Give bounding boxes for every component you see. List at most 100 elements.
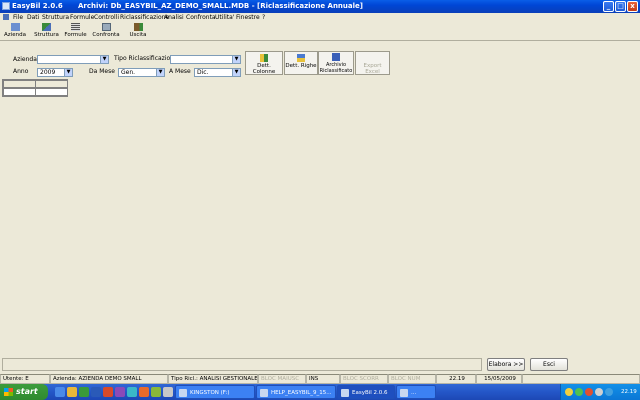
grid-cell[interactable] bbox=[35, 88, 68, 96]
start-button[interactable]: start bbox=[0, 384, 48, 400]
esci-button[interactable]: Esci bbox=[530, 358, 568, 371]
menu-bar: File Dati Struttura Formule Controlli Ri… bbox=[0, 13, 640, 22]
elabora-button[interactable]: Elabora >> bbox=[487, 358, 525, 371]
start-label: start bbox=[16, 387, 38, 396]
a-mese-label: A Mese bbox=[169, 68, 191, 75]
menu-controlli[interactable]: Controlli bbox=[94, 14, 119, 21]
word-icon[interactable] bbox=[91, 387, 101, 397]
status-azienda: Azienda: AZIENDA DEMO SMALL bbox=[50, 374, 168, 384]
da-mese-value: Gen. bbox=[121, 69, 136, 76]
confronta-tool-button[interactable]: Confronta bbox=[92, 23, 120, 40]
chevron-down-icon[interactable]: ▼ bbox=[156, 69, 164, 76]
tipo-riclassificazione-label: Tipo Riclassificazione bbox=[114, 55, 178, 62]
chevron-down-icon[interactable]: ▼ bbox=[232, 56, 240, 63]
progress-area bbox=[2, 358, 482, 371]
azienda-tool-label: Azienda bbox=[4, 32, 26, 38]
tray-icon[interactable] bbox=[575, 388, 583, 396]
a-mese-select[interactable]: Dic. ▼ bbox=[194, 68, 241, 77]
excel-icon[interactable] bbox=[79, 387, 89, 397]
export-excel-label: Export Excel bbox=[363, 63, 382, 75]
tray-icon[interactable] bbox=[605, 388, 613, 396]
status-utente: Utente: E bbox=[0, 374, 50, 384]
app-icon bbox=[341, 389, 349, 397]
menu-finestre[interactable]: Finestre bbox=[236, 14, 260, 21]
taskbar: start KINGSTON (F:) HELP_EASYBIL_9_15...… bbox=[0, 384, 640, 400]
messenger-icon[interactable] bbox=[127, 387, 137, 397]
building-icon bbox=[10, 23, 20, 31]
tool-icon[interactable] bbox=[151, 387, 161, 397]
da-mese-select[interactable]: Gen. ▼ bbox=[118, 68, 165, 77]
drive-icon bbox=[179, 389, 187, 397]
status-date: 15/05/2009 bbox=[476, 374, 522, 384]
da-mese-label: Da Mese bbox=[89, 68, 115, 75]
menu-utilita[interactable]: Utilita' bbox=[215, 14, 234, 21]
app-title: EasyBil 2.0.6 bbox=[12, 2, 63, 10]
anno-label: Anno bbox=[13, 68, 29, 75]
formule-tool-button[interactable]: Formule bbox=[63, 23, 88, 40]
menu-riclassificazione[interactable]: Riclassificazione bbox=[120, 14, 169, 21]
formula-icon bbox=[71, 23, 80, 31]
excel-icon bbox=[369, 54, 377, 62]
structure-icon bbox=[42, 23, 51, 31]
media-icon[interactable] bbox=[139, 387, 149, 397]
clock[interactable]: 22.19 bbox=[621, 384, 637, 400]
app-icon bbox=[400, 389, 408, 397]
chevron-down-icon[interactable]: ▼ bbox=[100, 56, 108, 63]
menu-confronta[interactable]: Confronta bbox=[186, 14, 216, 21]
exit-icon bbox=[133, 23, 143, 31]
status-bloc-scorr: BLOC SCORR bbox=[340, 374, 388, 384]
title-bar: EasyBil 2.0.6 Archivi: Db_EASYBIL_AZ_DEM… bbox=[0, 0, 640, 13]
maximize-button[interactable]: □ bbox=[615, 1, 626, 12]
uscita-tool-label: Uscita bbox=[129, 32, 147, 38]
document-title: Archivi: Db_EASYBIL_AZ_DEMO_SMALL.MDB - … bbox=[78, 2, 363, 10]
status-tipo: Tipo Ricl.: ANALISI GESTIONALE bbox=[168, 374, 258, 384]
columns-icon bbox=[260, 54, 268, 62]
grid-header-cell bbox=[3, 80, 36, 88]
anno-select[interactable]: 2009 ▼ bbox=[37, 68, 73, 77]
status-bloc-maiusc: BLOC MAIUSC bbox=[258, 374, 306, 384]
azienda-tool-button[interactable]: Azienda bbox=[3, 23, 27, 40]
menu-help[interactable]: ? bbox=[262, 14, 265, 21]
menu-formule[interactable]: Formule bbox=[70, 14, 94, 21]
menu-file[interactable]: File bbox=[13, 14, 23, 21]
system-tray: 22.19 bbox=[560, 384, 640, 400]
powerpoint-icon[interactable] bbox=[103, 387, 113, 397]
confronta-tool-label: Confronta bbox=[92, 32, 120, 38]
chevron-down-icon[interactable]: ▼ bbox=[64, 69, 72, 76]
status-time: 22.19 bbox=[436, 374, 476, 384]
azienda-select[interactable]: ▼ bbox=[37, 55, 109, 64]
task-more[interactable]: ... bbox=[396, 385, 436, 399]
task-kingston[interactable]: KINGSTON (F:) bbox=[175, 385, 255, 399]
dett-colonne-label: Dett. Colonne bbox=[252, 63, 276, 75]
task-help[interactable]: HELP_EASYBIL_9_15... bbox=[256, 385, 336, 399]
dett-colonne-button[interactable]: Dett. Colonne bbox=[245, 51, 283, 75]
windows-logo-icon bbox=[4, 388, 13, 396]
document-icon bbox=[260, 389, 268, 397]
data-grid[interactable] bbox=[2, 79, 68, 97]
export-excel-button[interactable]: Export Excel bbox=[355, 51, 390, 75]
browser-icon[interactable] bbox=[55, 387, 65, 397]
tray-icon[interactable] bbox=[585, 388, 593, 396]
menu-analisi[interactable]: Analisi bbox=[164, 14, 184, 21]
tray-icon[interactable] bbox=[595, 388, 603, 396]
desktop-icon[interactable] bbox=[163, 387, 173, 397]
archive-icon bbox=[332, 53, 340, 61]
compare-icon bbox=[101, 23, 111, 31]
tray-icon[interactable] bbox=[565, 388, 573, 396]
app-icon[interactable] bbox=[115, 387, 125, 397]
task-easybil[interactable]: EasyBil 2.0.6 bbox=[337, 385, 395, 399]
task-label: EasyBil 2.0.6 bbox=[352, 390, 388, 396]
uscita-tool-button[interactable]: Uscita bbox=[127, 23, 149, 40]
menu-struttura[interactable]: Struttura bbox=[42, 14, 69, 21]
archivio-riclassificato-button[interactable]: Archivio Riclassificato bbox=[318, 51, 354, 75]
minimize-button[interactable]: _ bbox=[603, 1, 614, 12]
struttura-tool-button[interactable]: Struttura bbox=[33, 23, 60, 40]
folder-icon[interactable] bbox=[67, 387, 77, 397]
close-button[interactable]: x bbox=[627, 1, 638, 12]
grid-cell[interactable] bbox=[3, 88, 36, 96]
task-label: KINGSTON (F:) bbox=[190, 390, 230, 396]
chevron-down-icon[interactable]: ▼ bbox=[232, 69, 240, 76]
menu-dati[interactable]: Dati bbox=[27, 14, 39, 21]
tipo-riclassificazione-select[interactable]: ▼ bbox=[170, 55, 241, 64]
dett-righe-button[interactable]: Dett. Righe bbox=[284, 51, 318, 75]
